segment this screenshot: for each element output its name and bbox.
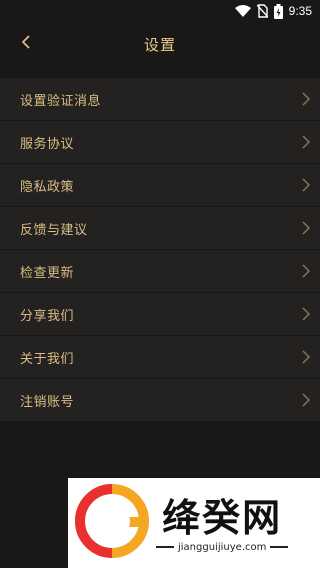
chevron-left-icon: [21, 34, 31, 54]
watermark-logo-icon: [72, 481, 152, 565]
status-bar: 9:35: [0, 0, 320, 22]
menu-item-label: 设置验证消息: [20, 93, 102, 109]
menu-item-label: 服务协议: [20, 136, 75, 152]
watermark-url-row: jiangguijiuye.com: [156, 541, 289, 553]
watermark-name: 绛癸网: [162, 495, 283, 540]
menu-item-label: 隐私政策: [20, 179, 75, 195]
settings-screen: 9:35 设置 设置验证消息 服务协议 隐私政策 反馈与建议 检查更新 分享我们…: [0, 0, 320, 568]
divider: [156, 546, 174, 548]
menu-item-feedback[interactable]: 反馈与建议: [0, 207, 320, 250]
menu-item-share[interactable]: 分享我们: [0, 293, 320, 336]
menu-item-label: 检查更新: [20, 265, 75, 281]
menu-item-check-update[interactable]: 检查更新: [0, 250, 320, 293]
chevron-right-icon: [302, 350, 310, 364]
menu-item-label: 分享我们: [20, 308, 75, 324]
battery-charging-icon: [273, 3, 283, 19]
wifi-icon: [234, 5, 251, 17]
back-button[interactable]: [8, 22, 44, 66]
chevron-right-icon: [302, 307, 310, 321]
no-sim-icon: [256, 4, 268, 18]
menu-item-verification-message[interactable]: 设置验证消息: [0, 78, 320, 121]
watermark-url: jiangguijiuye.com: [178, 541, 267, 553]
chevron-right-icon: [302, 92, 310, 106]
title-bar: 设置: [0, 22, 320, 66]
menu-item-service-agreement[interactable]: 服务协议: [0, 121, 320, 164]
chevron-right-icon: [302, 221, 310, 235]
chevron-right-icon: [302, 135, 310, 149]
page-title: 设置: [143, 35, 176, 54]
menu-item-label: 关于我们: [20, 351, 75, 367]
chevron-right-icon: [302, 264, 310, 278]
settings-menu: 设置验证消息 服务协议 隐私政策 反馈与建议 检查更新 分享我们 关于我们 注销…: [0, 78, 320, 422]
menu-item-about[interactable]: 关于我们: [0, 336, 320, 379]
menu-item-delete-account[interactable]: 注销账号: [0, 379, 320, 422]
menu-item-label: 反馈与建议: [20, 222, 88, 238]
menu-item-label: 注销账号: [20, 394, 75, 410]
divider: [270, 546, 289, 548]
chevron-right-icon: [302, 393, 310, 407]
menu-item-privacy-policy[interactable]: 隐私政策: [0, 164, 320, 207]
watermark-text: 绛癸网 jiangguijiuye.com: [156, 494, 289, 553]
watermark: 绛癸网 jiangguijiuye.com: [68, 478, 320, 568]
chevron-right-icon: [302, 178, 310, 192]
status-time: 9:35: [288, 4, 312, 18]
